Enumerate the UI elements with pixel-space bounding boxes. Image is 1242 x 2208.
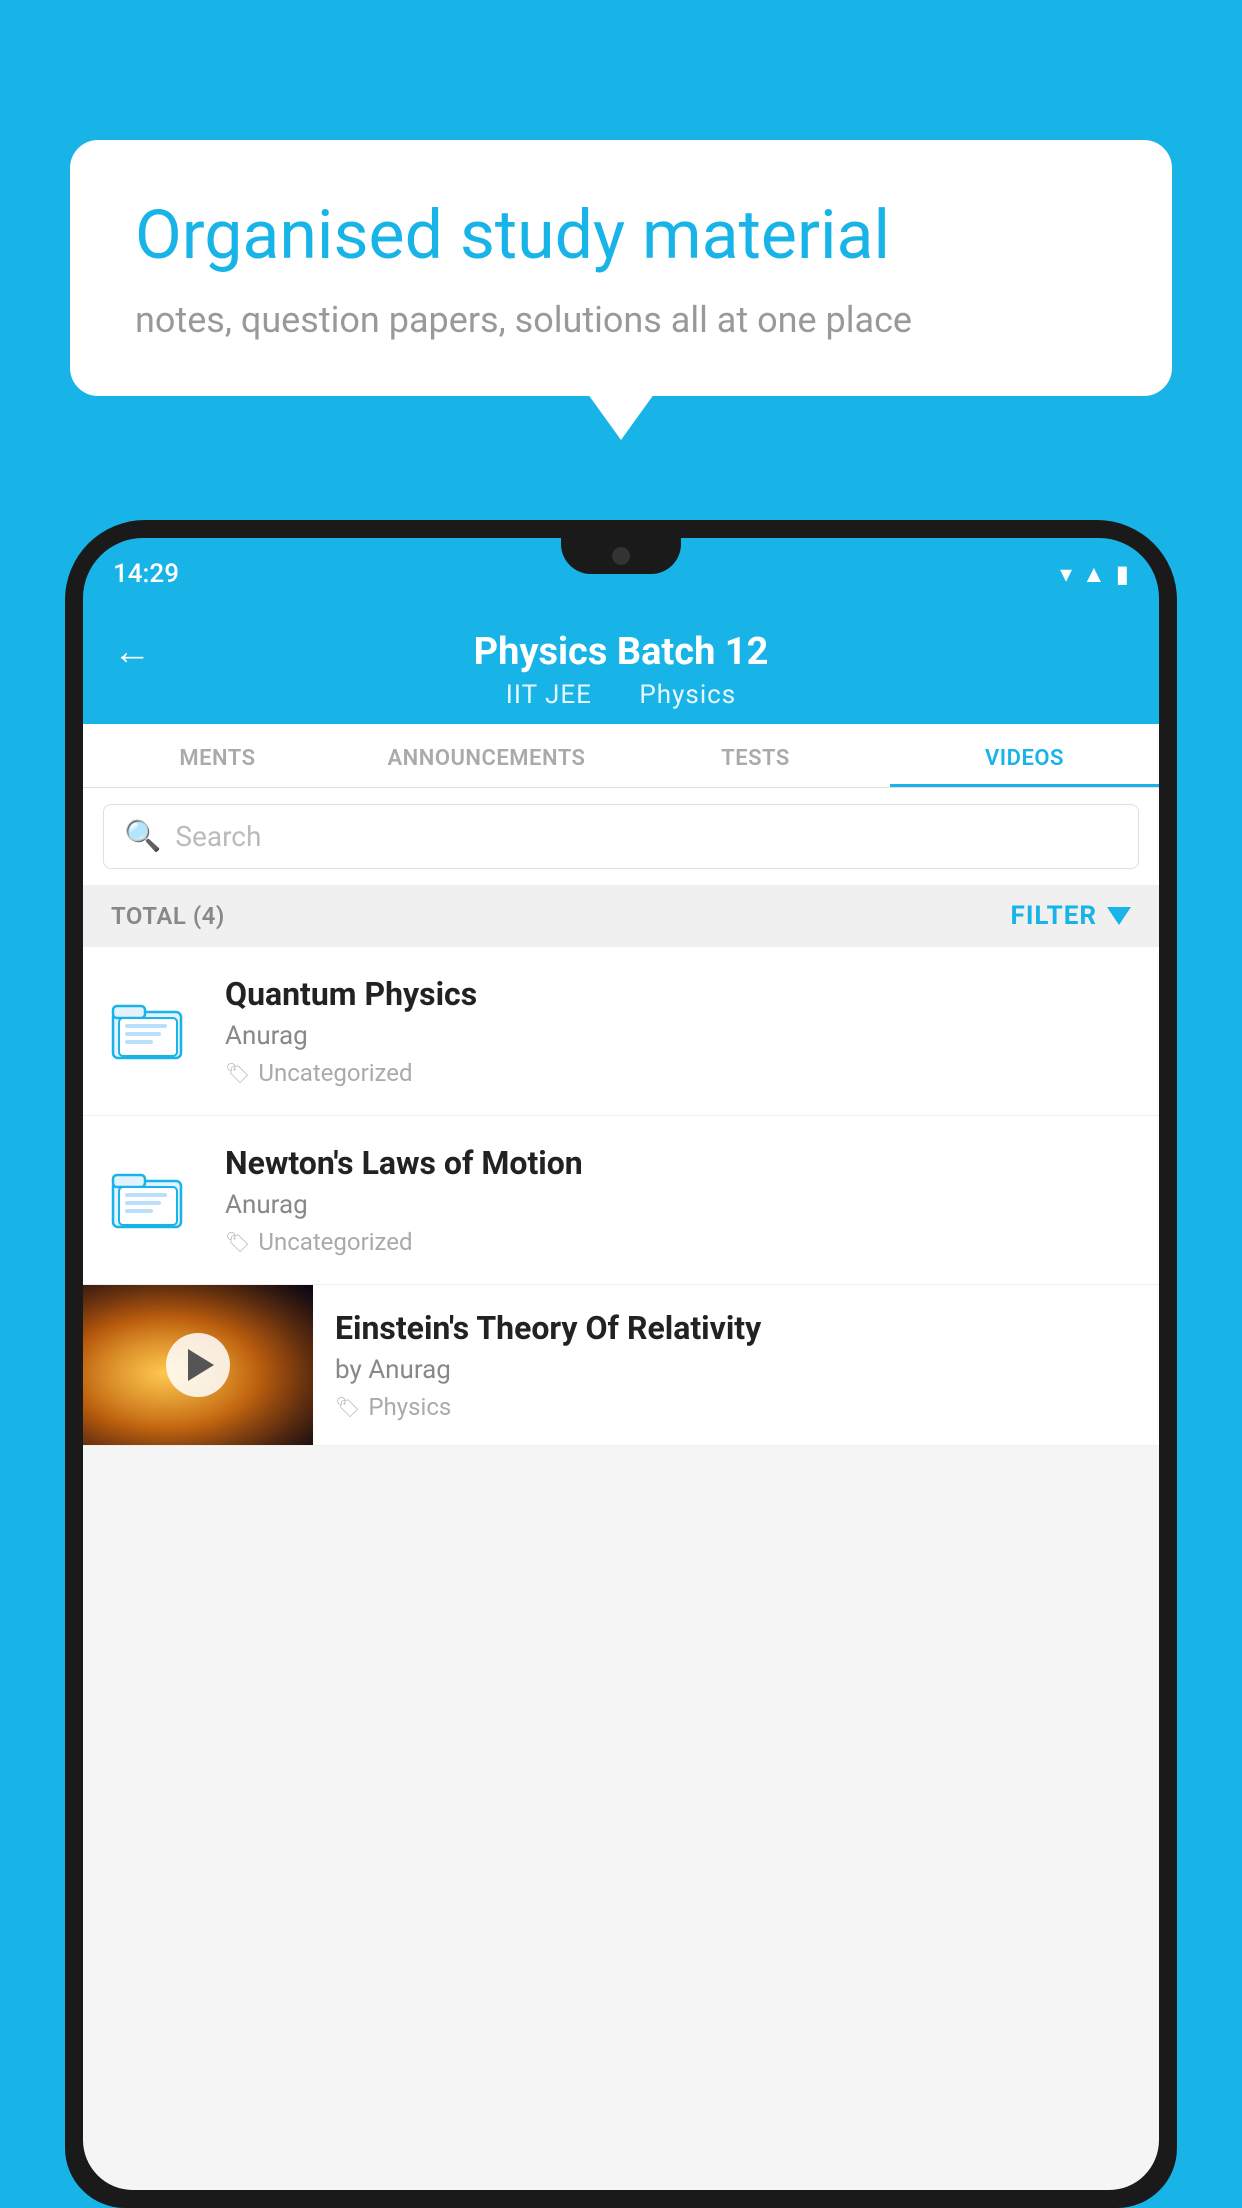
header-subtitle: IIT JEE Physics bbox=[496, 680, 746, 710]
status-time: 14:29 bbox=[113, 559, 179, 589]
battery-icon: ▮ bbox=[1116, 560, 1129, 588]
bubble-subtitle: notes, question papers, solutions all at… bbox=[135, 299, 1107, 341]
total-count: TOTAL (4) bbox=[111, 902, 225, 930]
phone-wrapper: 14:29 ▾ ▲ ▮ ← Physics Batch 12 IIT JEE bbox=[65, 520, 1177, 2208]
search-icon: 🔍 bbox=[124, 819, 161, 854]
folder-icon bbox=[111, 994, 186, 1064]
tab-ments[interactable]: MENTS bbox=[83, 724, 352, 787]
item-tag: 🏷 Uncategorized bbox=[225, 1228, 1131, 1256]
wifi-icon: ▾ bbox=[1060, 560, 1072, 588]
search-placeholder: Search bbox=[175, 820, 261, 853]
filter-bar: TOTAL (4) FILTER bbox=[83, 885, 1159, 947]
tag-label: Physics bbox=[368, 1393, 451, 1421]
speech-bubble: Organised study material notes, question… bbox=[70, 140, 1172, 396]
filter-label: FILTER bbox=[1011, 901, 1097, 931]
thumb-tag: 🏷 Physics bbox=[335, 1393, 1137, 1421]
item-icon bbox=[111, 994, 201, 1068]
phone-screen: ← Physics Batch 12 IIT JEE Physics MENTS… bbox=[83, 610, 1159, 2190]
status-bar: 14:29 ▾ ▲ ▮ bbox=[83, 538, 1159, 610]
item-title: Quantum Physics bbox=[225, 975, 1131, 1013]
bubble-title: Organised study material bbox=[135, 195, 1107, 277]
signal-icon: ▲ bbox=[1082, 560, 1106, 589]
list-item[interactable]: Newton's Laws of Motion Anurag 🏷 Uncateg… bbox=[83, 1116, 1159, 1285]
search-box[interactable]: 🔍 Search bbox=[103, 804, 1139, 869]
tag-label: Uncategorized bbox=[258, 1059, 412, 1087]
item-tag: 🏷 Uncategorized bbox=[225, 1059, 1131, 1087]
item-author: Anurag bbox=[225, 1190, 1131, 1220]
content-list: Quantum Physics Anurag 🏷 Uncategorized bbox=[83, 947, 1159, 1446]
thumb-details: Einstein's Theory Of Relativity by Anura… bbox=[313, 1291, 1159, 1439]
header-subtitle-part1: IIT JEE bbox=[506, 680, 592, 710]
item-author: Anurag bbox=[225, 1021, 1131, 1051]
tab-videos[interactable]: VIDEOS bbox=[890, 724, 1159, 787]
list-item-thumb[interactable]: Einstein's Theory Of Relativity by Anura… bbox=[83, 1285, 1159, 1446]
back-button[interactable]: ← bbox=[113, 630, 151, 674]
tag-icon: 🏷 bbox=[335, 1395, 360, 1419]
thumb-author: by Anurag bbox=[335, 1355, 1137, 1385]
header-title: Physics Batch 12 bbox=[474, 630, 769, 674]
filter-button[interactable]: FILTER bbox=[1011, 901, 1131, 931]
tag-icon: 🏷 bbox=[225, 1061, 250, 1085]
item-title: Newton's Laws of Motion bbox=[225, 1144, 1131, 1182]
play-icon bbox=[188, 1349, 214, 1381]
header-subtitle-part2: Physics bbox=[639, 680, 736, 710]
play-button[interactable] bbox=[166, 1333, 230, 1397]
search-container: 🔍 Search bbox=[83, 788, 1159, 885]
header-top: ← Physics Batch 12 bbox=[113, 630, 1129, 674]
tag-label: Uncategorized bbox=[258, 1228, 412, 1256]
tabs-bar: MENTS ANNOUNCEMENTS TESTS VIDEOS bbox=[83, 724, 1159, 788]
notch bbox=[561, 538, 681, 574]
item-icon bbox=[111, 1163, 201, 1237]
thumb-title: Einstein's Theory Of Relativity bbox=[335, 1309, 1137, 1347]
speech-bubble-container: Organised study material notes, question… bbox=[70, 140, 1172, 396]
phone-outer: 14:29 ▾ ▲ ▮ ← Physics Batch 12 IIT JEE bbox=[65, 520, 1177, 2208]
video-thumbnail bbox=[83, 1285, 313, 1445]
list-item[interactable]: Quantum Physics Anurag 🏷 Uncategorized bbox=[83, 947, 1159, 1116]
status-icons: ▾ ▲ ▮ bbox=[1060, 560, 1129, 589]
camera-dot bbox=[612, 547, 630, 565]
tag-icon: 🏷 bbox=[225, 1230, 250, 1254]
item-details: Quantum Physics Anurag 🏷 Uncategorized bbox=[225, 975, 1131, 1087]
tab-announcements[interactable]: ANNOUNCEMENTS bbox=[352, 724, 621, 787]
app-header: ← Physics Batch 12 IIT JEE Physics bbox=[83, 610, 1159, 724]
folder-icon bbox=[111, 1163, 186, 1233]
item-details: Newton's Laws of Motion Anurag 🏷 Uncateg… bbox=[225, 1144, 1131, 1256]
tab-tests[interactable]: TESTS bbox=[621, 724, 890, 787]
filter-icon bbox=[1107, 907, 1131, 925]
